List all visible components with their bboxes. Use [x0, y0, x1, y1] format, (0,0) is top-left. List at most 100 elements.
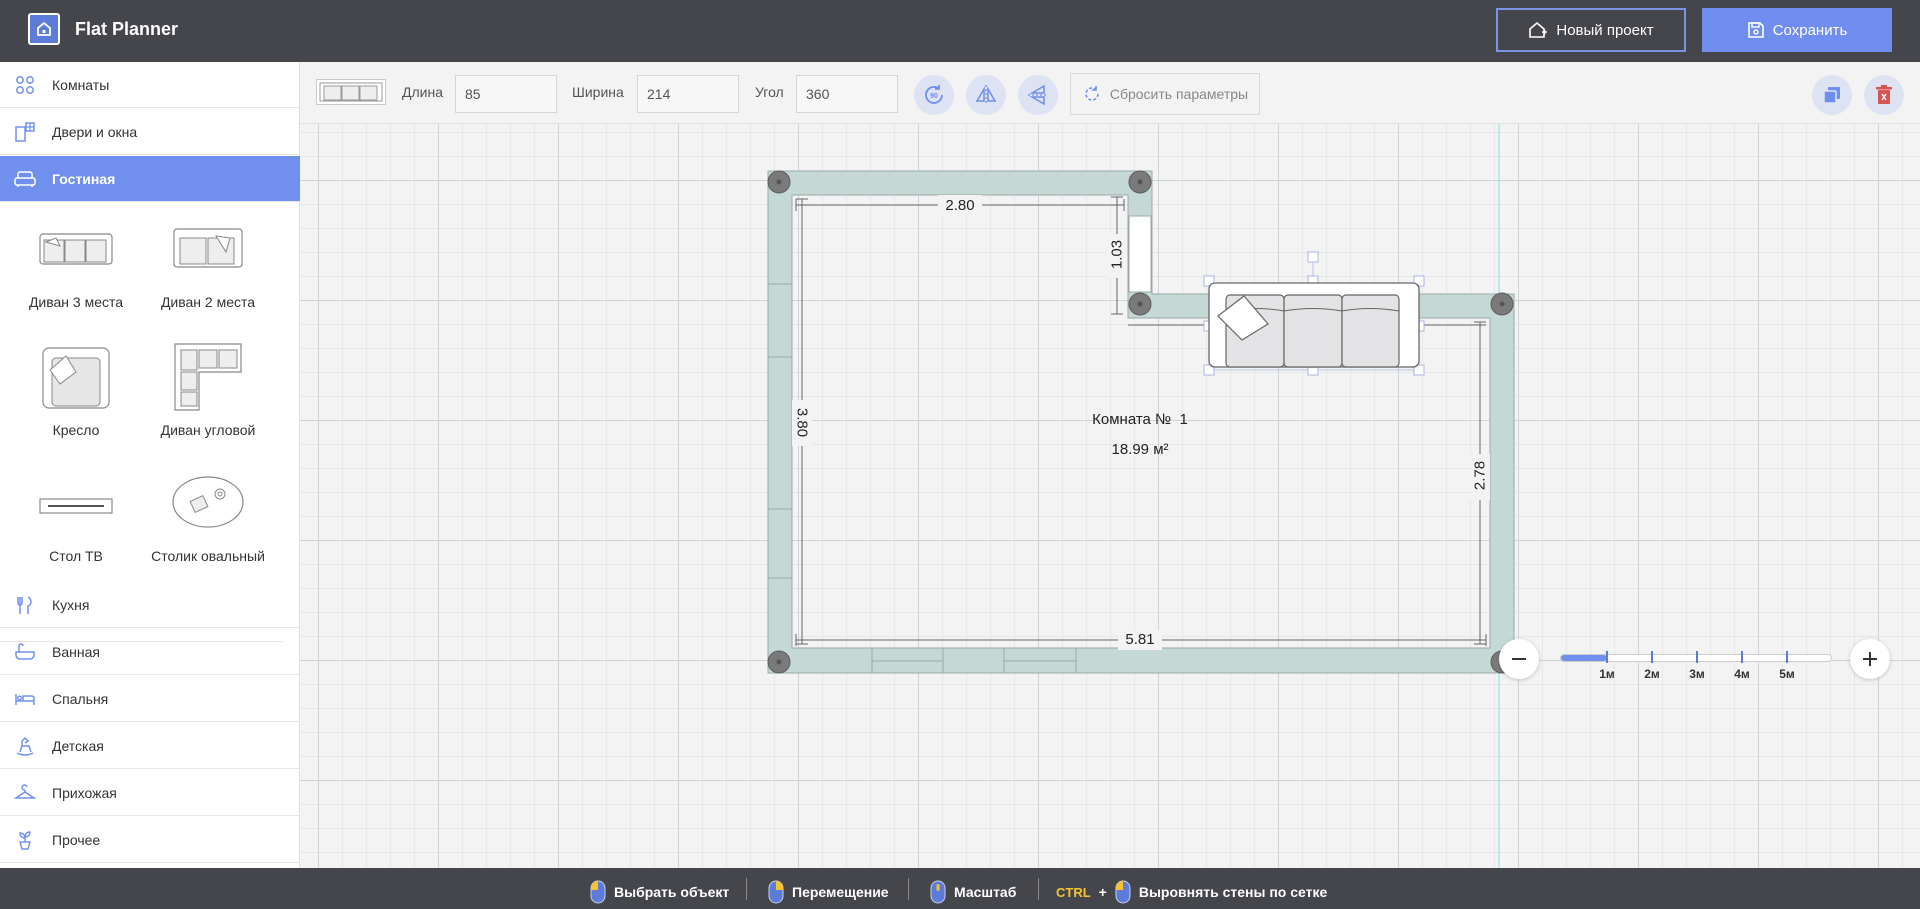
dimension-bottom: 5.81 [1125, 631, 1155, 648]
catalog-item-label: Диван 3 места [28, 294, 124, 310]
armchair-icon [14, 168, 36, 190]
bathtub-icon [14, 641, 36, 663]
zoom-tick-mark [1741, 651, 1743, 663]
hint-bar: Выбрать объект Перемещение Масштаб CTRL … [0, 868, 1920, 909]
catalog-item-corner-sofa[interactable]: Диван угловой [138, 330, 278, 450]
hint-move-label: Перемещение [792, 884, 889, 900]
sidebar-item-doors-windows[interactable]: Двери и окна [0, 109, 300, 155]
catalog-grid: Диван 3 места Диван 2 места Кресло Диван… [0, 202, 283, 642]
duplicate-button[interactable] [1812, 75, 1852, 115]
plus-icon [1863, 652, 1877, 666]
hint-align-label: Выровнять стены по сетке [1138, 884, 1328, 900]
door-window-icon [14, 121, 36, 143]
catalog-item-label: Столик овальный [151, 548, 265, 564]
fork-knife-icon [14, 594, 36, 616]
sidebar-item-label: Комнаты [52, 76, 110, 93]
zoom-in-button[interactable] [1850, 639, 1890, 679]
placed-sofa[interactable] [1203, 251, 1425, 376]
rooms-icon [14, 74, 36, 96]
rotate-90-icon: 90 [925, 85, 943, 104]
sidebar-item-label: Спальня [52, 690, 109, 707]
angle-input[interactable] [796, 75, 898, 113]
mouse-left-click-icon [1115, 880, 1131, 904]
length-label: Длина [402, 84, 443, 100]
trash-icon [1876, 85, 1892, 104]
catalog-item-oval-table[interactable]: Столик овальный [138, 456, 278, 576]
sidebar-item-other[interactable]: Прочее [0, 817, 300, 863]
plus-label: + [1098, 884, 1107, 900]
sidebar-item-label: Детская [52, 737, 104, 754]
delete-button[interactable] [1864, 75, 1904, 115]
zoom-tick-label: 2м [1644, 667, 1660, 681]
width-input[interactable] [637, 75, 739, 113]
mouse-wheel-icon [930, 880, 946, 904]
zoom-tick-mark [1606, 651, 1608, 663]
zoom-tick-mark [1786, 651, 1788, 663]
sidebar: Комнаты Двери и окна Гостиная Диван 3 ме… [0, 62, 300, 868]
minus-icon [1512, 658, 1526, 660]
width-label: Ширина [572, 84, 624, 100]
hint-align: CTRL + Выровнять стены по сетке [1056, 880, 1327, 904]
catalog-item-armchair[interactable]: Кресло [6, 330, 146, 450]
sidebar-item-label: Ванная [52, 643, 100, 660]
flip-horizontal-button[interactable] [966, 75, 1006, 115]
tv-table-icon [39, 498, 113, 514]
catalog-item-label: Кресло [52, 422, 100, 438]
zoom-slider-fill [1561, 655, 1607, 661]
sidebar-item-label: Кухня [52, 596, 90, 613]
properties-toolbar: Длина Ширина Угол 90 Сбросить параметры [300, 62, 1920, 124]
hint-move: Перемещение [768, 880, 889, 904]
catalog-item-sofa-2[interactable]: Диван 2 места [138, 202, 278, 322]
save-button[interactable]: Сохранить [1702, 8, 1892, 52]
dimension-left: 3.80 [793, 407, 811, 438]
sofa-3-icon [39, 233, 113, 265]
dimension-notch: 1.03 [1108, 239, 1126, 270]
rotate-handle[interactable] [1307, 251, 1319, 263]
room-area: 18.99 м² [1111, 441, 1169, 458]
reset-icon [1085, 86, 1099, 101]
hint-select-label: Выбрать объект [614, 884, 730, 900]
zoom-tick-label: 3м [1689, 667, 1705, 681]
flip-vertical-icon [1028, 84, 1048, 106]
corner-sofa-icon [174, 343, 242, 411]
save-label: Сохранить [1772, 21, 1848, 39]
hint-select: Выбрать объект [590, 880, 729, 904]
catalog-item-label: Диван 2 места [160, 294, 256, 310]
plan-canvas[interactable]: 2.80 1.03 3.80 2.78 5.81 Комната № 1 18.… [300, 124, 1920, 868]
hint-scale: Масштаб [930, 880, 1016, 904]
logo-icon[interactable] [28, 13, 60, 45]
reset-params-button[interactable]: Сбросить параметры [1070, 73, 1260, 115]
rotate-90-button[interactable]: 90 [914, 75, 954, 115]
dimension-top: 2.80 [945, 197, 975, 214]
rocking-horse-icon [14, 735, 36, 757]
sidebar-item-bathroom[interactable]: Ванная [0, 629, 300, 675]
app-title: Flat Planner [75, 19, 179, 39]
sidebar-item-hallway[interactable]: Прихожая [0, 770, 300, 816]
angle-label: Угол [755, 84, 784, 100]
zoom-tick-mark [1651, 651, 1653, 663]
selected-object-thumbnail [316, 79, 386, 105]
flip-horizontal-icon [975, 85, 997, 105]
room-name[interactable]: Комната № 1 [1065, 411, 1215, 428]
mouse-right-click-icon [768, 880, 784, 904]
catalog-item-label: Стол ТВ [49, 548, 103, 564]
sidebar-item-kids-room[interactable]: Детская [0, 723, 300, 769]
catalog-item-sofa-3[interactable]: Диван 3 места [6, 202, 146, 322]
sofa-2-icon [173, 228, 243, 268]
svg-text:90: 90 [930, 93, 938, 100]
ctrl-key-label: CTRL [1056, 884, 1091, 900]
catalog-item-tv-table[interactable]: Стол ТВ [6, 456, 146, 576]
zoom-tick-label: 4м [1734, 667, 1750, 681]
sidebar-item-label: Прочее [52, 831, 101, 848]
app-header: Flat Planner Новый проект Сохранить [0, 0, 1920, 62]
sidebar-item-bedroom[interactable]: Спальня [0, 676, 300, 722]
zoom-out-button[interactable] [1499, 639, 1539, 679]
sidebar-item-label: Гостиная [52, 170, 116, 187]
catalog-item-label: Диван угловой [160, 422, 256, 438]
sidebar-item-kitchen[interactable]: Кухня [0, 582, 300, 628]
new-project-button[interactable]: Новый проект [1496, 8, 1686, 52]
length-input[interactable] [455, 75, 557, 113]
flip-vertical-button[interactable] [1018, 75, 1058, 115]
sidebar-item-living-room[interactable]: Гостиная [0, 156, 300, 202]
sidebar-item-rooms[interactable]: Комнаты [0, 62, 300, 108]
